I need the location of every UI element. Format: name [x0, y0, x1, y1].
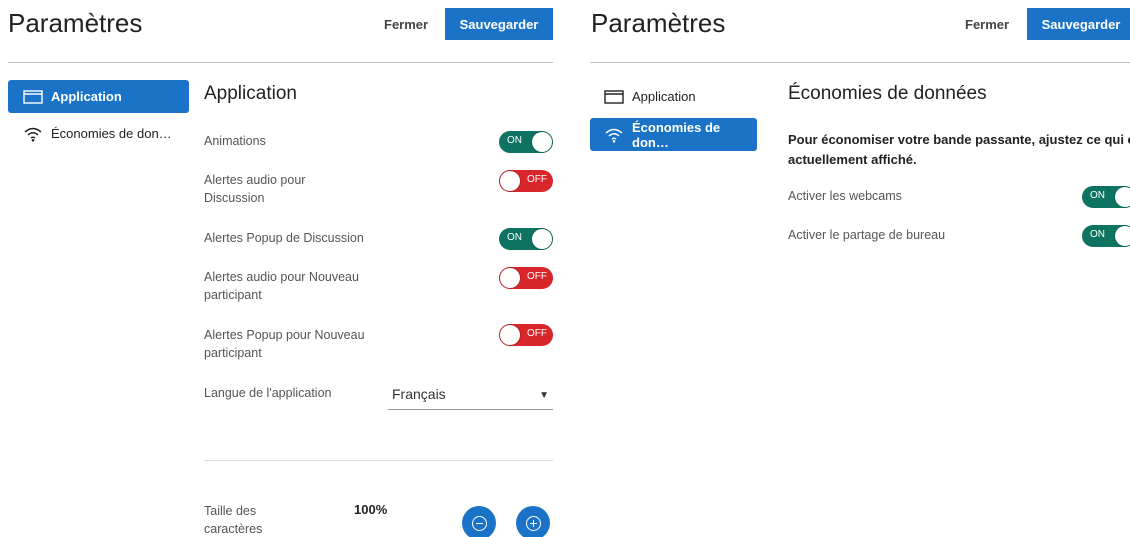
- setting-label-chat-popup: Alertes Popup de Discussion: [204, 231, 364, 245]
- sidebar-item-data-savings[interactable]: Économies de don…: [590, 118, 757, 151]
- close-button[interactable]: Fermer: [384, 17, 428, 32]
- sidebar-item-label: Économies de don…: [51, 126, 172, 141]
- toggle-animations[interactable]: ON: [499, 131, 553, 153]
- setting-label-animations: Animations: [204, 134, 266, 148]
- wifi-icon: [604, 127, 624, 143]
- increase-font-button[interactable]: [516, 506, 550, 537]
- settings-panel-application: Paramètres Fermer Sauvegarder Applicatio…: [0, 0, 560, 537]
- window-icon: [604, 89, 624, 105]
- setting-label-chat-audio: Alertes audio pour Discussion: [204, 173, 306, 205]
- setting-label-user-join-popup: Alertes Popup pour Nouveau participant: [204, 328, 365, 360]
- save-button[interactable]: Sauvegarder: [1027, 8, 1130, 40]
- minus-icon: [471, 515, 487, 531]
- setting-label-screenshare: Activer le partage de bureau: [788, 228, 946, 242]
- toggle-user-join-popup[interactable]: OFF: [499, 324, 553, 346]
- wifi-icon: [23, 126, 43, 142]
- settings-panel-data-savings: Paramètres Fermer Sauvegarder Applicatio…: [582, 0, 1130, 537]
- page-title: Paramètres: [8, 8, 143, 38]
- toggle-user-join-audio[interactable]: OFF: [499, 267, 553, 289]
- header-divider: [590, 62, 1130, 63]
- plus-icon: [525, 515, 541, 531]
- toggle-chat-popup[interactable]: ON: [499, 228, 553, 250]
- toggle-knob: [1115, 226, 1130, 246]
- setting-label-user-join-audio: Alertes audio pour Nouveau participant: [204, 270, 359, 302]
- sidebar-item-data-savings[interactable]: Économies de don…: [8, 117, 189, 150]
- toggle-knob: [500, 325, 520, 345]
- toggle-knob: [532, 132, 552, 152]
- toggle-webcams[interactable]: ON: [1082, 186, 1130, 208]
- header-divider: [8, 62, 553, 63]
- language-select[interactable]: Français ▼: [388, 386, 553, 410]
- section-title: Économies de données: [788, 83, 987, 104]
- setting-label-webcams: Activer les webcams: [788, 189, 902, 203]
- section-description: Pour économiser votre bande passante, aj…: [788, 132, 1130, 167]
- section-title: Application: [204, 83, 297, 104]
- chevron-down-icon: ▼: [539, 390, 549, 401]
- save-button[interactable]: Sauvegarder: [445, 8, 553, 40]
- toggle-knob: [500, 268, 520, 288]
- language-label: Langue de l'application: [204, 386, 332, 400]
- section-divider: [204, 460, 553, 461]
- toggle-knob: [500, 171, 520, 191]
- sidebar-item-label: Application: [51, 89, 122, 104]
- toggle-knob: [1115, 187, 1130, 207]
- sidebar-item-label: Application: [632, 89, 696, 104]
- sidebar-item-application[interactable]: Application: [8, 80, 189, 113]
- decrease-font-button[interactable]: [462, 506, 496, 537]
- close-button[interactable]: Fermer: [965, 17, 1009, 32]
- font-size-label: Taille des caractères: [204, 504, 263, 536]
- window-icon: [23, 89, 43, 105]
- font-size-value: 100%: [354, 502, 388, 517]
- toggle-chat-audio[interactable]: OFF: [499, 170, 553, 192]
- toggle-knob: [532, 229, 552, 249]
- page-title: Paramètres: [591, 8, 726, 38]
- toggle-screenshare[interactable]: ON: [1082, 225, 1130, 247]
- sidebar-item-application[interactable]: Application: [590, 80, 757, 113]
- sidebar-item-label: Économies de don…: [632, 119, 721, 150]
